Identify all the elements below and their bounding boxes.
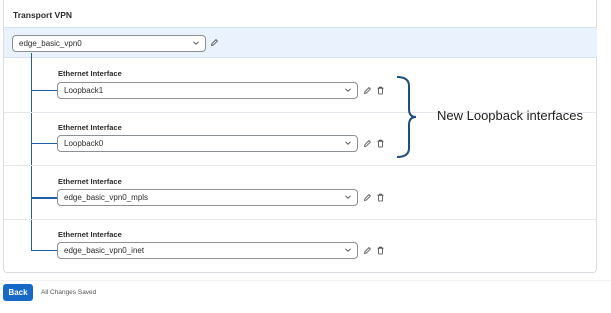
row-divider — [4, 219, 597, 220]
delete-trash-icon[interactable] — [376, 193, 385, 202]
interface-label: Ethernet Interface — [58, 123, 122, 132]
interface-select-value: Loopback0 — [64, 139, 104, 148]
interface-select-value: edge_basic_vpn0_mpls — [64, 193, 149, 202]
vpn-select[interactable]: edge_basic_vpn0 — [12, 35, 206, 52]
section-title: Transport VPN — [13, 10, 73, 20]
annotation-bracket — [396, 76, 417, 158]
chevron-down-icon — [345, 88, 351, 92]
annotation-text: New Loopback interfaces — [437, 108, 583, 123]
chevron-down-icon — [345, 248, 351, 252]
tree-branch-4 — [31, 250, 57, 251]
tree-trunk — [31, 53, 32, 251]
interface-label: Ethernet Interface — [58, 177, 122, 186]
back-button[interactable]: Back — [3, 284, 33, 301]
interface-select-value: edge_basic_vpn0_inet — [64, 246, 145, 255]
vpn-select-value: edge_basic_vpn0 — [19, 39, 82, 48]
delete-trash-icon[interactable] — [376, 139, 385, 148]
edit-pencil-icon[interactable] — [363, 139, 372, 148]
edit-pencil-icon[interactable] — [363, 193, 372, 202]
tree-branch-2 — [31, 143, 57, 144]
edit-vpn-pencil-icon[interactable] — [210, 38, 219, 47]
chevron-down-icon — [345, 141, 351, 145]
footer-divider — [0, 280, 611, 281]
delete-trash-icon[interactable] — [376, 246, 385, 255]
interface-select-mpls[interactable]: edge_basic_vpn0_mpls — [57, 189, 358, 206]
interface-label: Ethernet Interface — [58, 69, 122, 78]
interface-select-loopback1[interactable]: Loopback1 — [57, 82, 358, 99]
edit-pencil-icon[interactable] — [363, 246, 372, 255]
interface-select-inet[interactable]: edge_basic_vpn0_inet — [57, 242, 358, 259]
chevron-down-icon — [345, 195, 351, 199]
save-status-text: All Changes Saved — [41, 289, 97, 296]
interface-label: Ethernet Interface — [58, 230, 122, 239]
tree-branch-1 — [31, 90, 57, 91]
delete-trash-icon[interactable] — [376, 86, 385, 95]
edit-pencil-icon[interactable] — [363, 86, 372, 95]
tree-branch-3 — [31, 197, 57, 199]
chevron-down-icon — [193, 41, 199, 45]
row-divider — [4, 165, 597, 166]
interface-select-value: Loopback1 — [64, 86, 104, 95]
interface-select-loopback0[interactable]: Loopback0 — [57, 135, 358, 152]
